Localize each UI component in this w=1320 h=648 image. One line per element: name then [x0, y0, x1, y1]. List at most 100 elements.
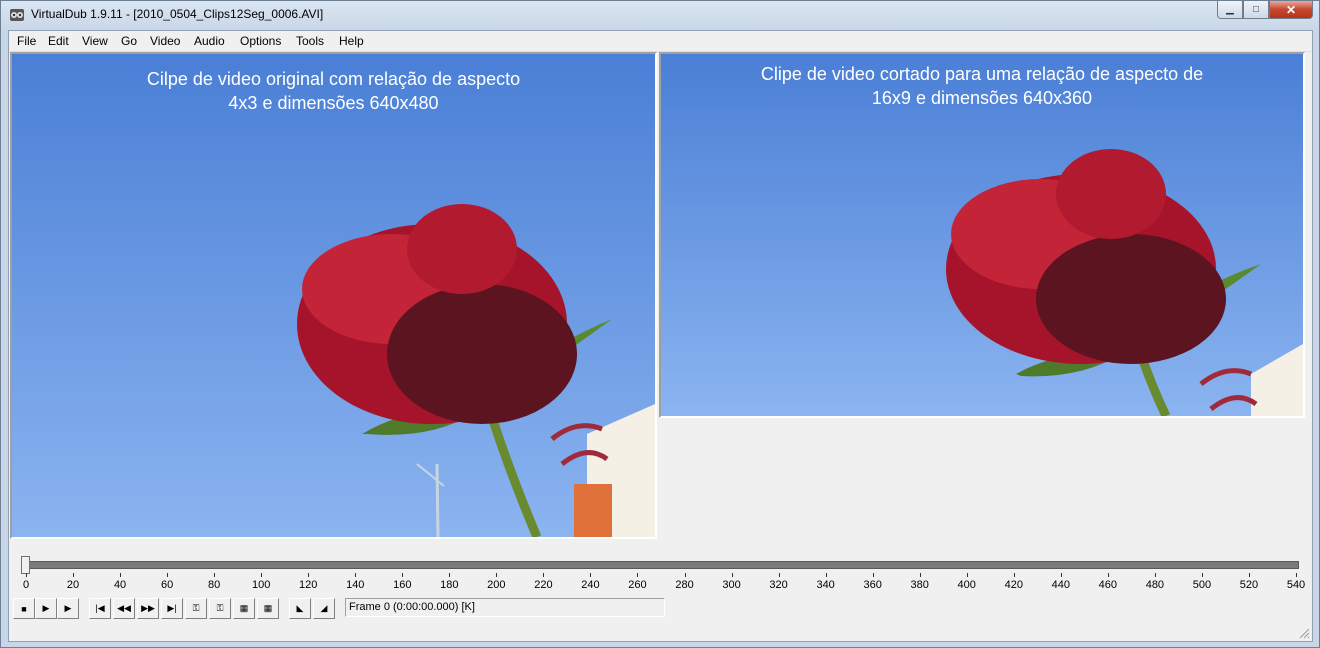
timeline-tick	[590, 573, 592, 577]
input-caption-line1: Cilpe de video original com relação de a…	[146, 69, 521, 89]
timeline-thumb[interactable]	[21, 556, 30, 574]
prev-frame-button[interactable]: ◀◀	[113, 598, 135, 619]
menu-tools[interactable]: Tools	[296, 34, 324, 48]
timeline-tick-label: 480	[1145, 579, 1165, 591]
timeline-tick	[167, 573, 169, 577]
menu-edit[interactable]: Edit	[48, 34, 69, 48]
frame-status: Frame 0 (0:00:00.000) [K]	[345, 598, 665, 617]
next-frame-icon: ▶▶	[141, 603, 155, 613]
timeline-tick	[825, 573, 827, 577]
prev-scene-icon: ▦	[239, 603, 249, 613]
mark-in-button[interactable]: ◣	[289, 598, 311, 619]
timeline-tick-label: 40	[113, 579, 127, 591]
app-window: VirtualDub 1.9.11 - [2010_0504_Clips12Se…	[0, 0, 1320, 648]
timeline-tick-label: 200	[487, 579, 506, 591]
menu-file[interactable]: File	[17, 34, 36, 48]
mark-in-icon: ◣	[296, 603, 304, 613]
input-frame-image	[12, 54, 655, 537]
timeline-tick	[26, 573, 27, 577]
start-button[interactable]: |◀	[89, 598, 111, 619]
menu-bar: File Edit View Go Video Audio Options To…	[9, 31, 1312, 52]
menu-go[interactable]: Go	[121, 34, 137, 48]
timeline-tick-label: 240	[581, 579, 600, 591]
timeline-tick-label: 500	[1192, 579, 1212, 591]
timeline-tick	[496, 573, 498, 577]
timeline-tick	[637, 573, 639, 577]
timeline-tick-label: 260	[628, 579, 647, 591]
timeline-tick-label: 440	[1051, 579, 1070, 591]
next-scene-button[interactable]: ▦	[257, 598, 279, 619]
start-icon: |◀	[95, 603, 105, 613]
timeline-track[interactable]	[25, 561, 1299, 569]
output-caption-line1: Clipe de video cortado para uma relação …	[760, 64, 1204, 84]
timeline-tick	[308, 573, 310, 577]
timeline-tick-label: 100	[251, 579, 271, 591]
menu-audio[interactable]: Audio	[194, 34, 225, 48]
timeline-tick	[120, 573, 122, 577]
input-video-pane[interactable]: Cilpe de video original com relação de a…	[10, 52, 657, 539]
next-scene-icon: ▦	[263, 603, 273, 613]
next-keyframe-button[interactable]: ⚿	[209, 598, 231, 619]
timeline-tick	[1107, 573, 1109, 577]
resize-grip-icon[interactable]	[1298, 627, 1310, 639]
timeline-tick-label: 20	[66, 579, 80, 591]
timeline-tick	[355, 573, 357, 577]
virtualdub-icon	[10, 9, 24, 21]
timeline-tick-label: 80	[208, 579, 221, 591]
timeline-tick	[1296, 573, 1297, 577]
client-area: File Edit View Go Video Audio Options To…	[8, 30, 1313, 642]
next-frame-button[interactable]: ▶▶	[137, 598, 159, 619]
timeline-tick-label: 220	[534, 579, 553, 591]
timeline-tick-label: 540	[1286, 579, 1306, 591]
output-caption-line2: 16x9 e dimensões 640x360	[871, 88, 1093, 108]
output-video-pane[interactable]: Clipe de video cortado para uma relação …	[659, 52, 1305, 418]
timeline-tick-label: 160	[393, 579, 412, 591]
minimize-button[interactable]: ▁	[1217, 1, 1243, 19]
mark-out-icon: ◢	[320, 603, 328, 613]
input-frame	[12, 54, 655, 537]
close-button[interactable]: ✕	[1269, 1, 1313, 19]
stop-icon: ■	[21, 603, 27, 614]
timeline-tick-label: 520	[1239, 579, 1259, 591]
prev-scene-button[interactable]: ▦	[233, 598, 255, 619]
timeline-tick-label: 140	[346, 579, 365, 591]
play-input-icon: ▶	[42, 603, 50, 613]
timeline-tick	[872, 573, 874, 577]
prev-keyframe-button[interactable]: ⚿	[185, 598, 207, 619]
play-output-button[interactable]: ▶	[57, 598, 79, 619]
timeline-tick	[1248, 573, 1250, 577]
menu-video[interactable]: Video	[150, 34, 180, 48]
timeline-tick	[1060, 573, 1062, 577]
timeline-tick	[919, 573, 921, 577]
play-output-icon: ▶	[64, 603, 72, 613]
timeline-tick	[261, 573, 263, 577]
end-button[interactable]: ▶|	[161, 598, 183, 619]
timeline-tick	[684, 573, 686, 577]
prev-keyframe-icon: ⚿	[192, 603, 200, 613]
maximize-button[interactable]: □	[1243, 1, 1269, 19]
timeline-tick	[214, 573, 216, 577]
timeline-tick	[73, 573, 75, 577]
timeline-tick-label: 380	[910, 579, 929, 591]
timeline-tick-label: 300	[722, 579, 741, 591]
timeline-tick	[402, 573, 404, 577]
menu-help[interactable]: Help	[339, 34, 364, 48]
mark-out-button[interactable]: ◢	[313, 598, 335, 619]
menu-options[interactable]: Options	[240, 34, 281, 48]
timeline-tick-label: 180	[440, 579, 459, 591]
timeline-tick	[543, 573, 545, 577]
title-bar[interactable]: VirtualDub 1.9.11 - [2010_0504_Clips12Se…	[1, 1, 1319, 29]
timeline-tick-label: 120	[299, 579, 318, 591]
input-caption-line2: 4x3 e dimensões 640x480	[228, 93, 439, 113]
play-input-button[interactable]: ▶	[35, 598, 57, 619]
menu-view[interactable]: View	[82, 34, 108, 48]
stop-button[interactable]: ■	[13, 598, 35, 619]
timeline-tick	[778, 573, 780, 577]
timeline-tick	[449, 573, 451, 577]
timeline-tick-label: 420	[1004, 579, 1023, 591]
timeline-tick-label: 400	[957, 579, 976, 591]
timeline-tick-label: 280	[675, 579, 694, 591]
window-title: VirtualDub 1.9.11 - [2010_0504_Clips12Se…	[31, 7, 324, 21]
timeline-tick	[1013, 573, 1015, 577]
timeline-tick-label: 340	[816, 579, 835, 591]
